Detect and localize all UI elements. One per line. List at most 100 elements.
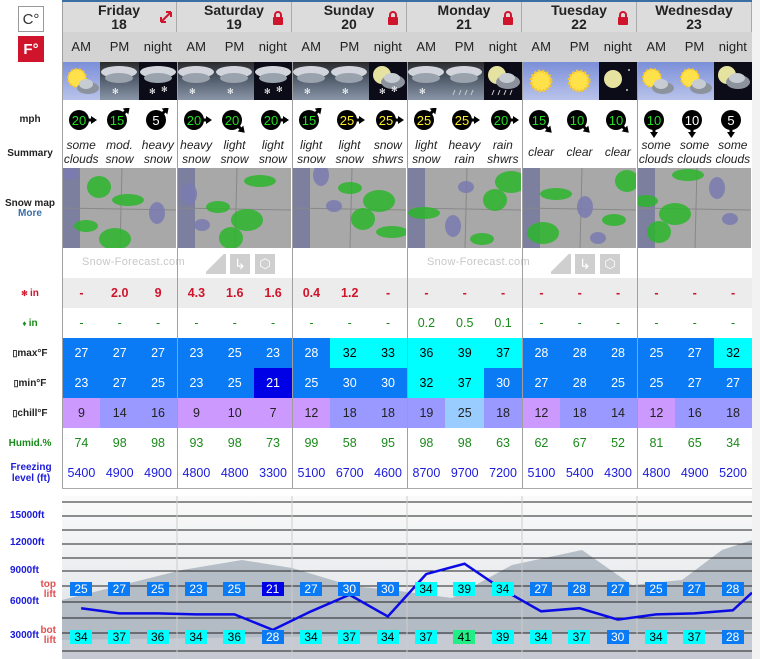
value-cell: 18 xyxy=(483,398,523,428)
day-header[interactable]: Saturday 19 xyxy=(177,2,292,32)
summary-line: rain xyxy=(492,138,513,152)
arrow-return-icon[interactable]: ↳ xyxy=(230,254,250,274)
summary-cell: some clouds xyxy=(62,138,100,166)
value-cell: 4900 xyxy=(680,466,709,480)
lock-icon[interactable] xyxy=(386,11,400,25)
value-cell: 23 xyxy=(177,368,216,398)
value-cell: - xyxy=(424,286,429,300)
scrollbar[interactable] xyxy=(752,0,760,659)
value-cell: 18 xyxy=(560,398,600,428)
elevation-axis-label: 15000ft xyxy=(10,510,45,521)
wind-speed: 10 xyxy=(570,113,584,128)
arrow-return-icon[interactable]: ↳ xyxy=(575,254,595,274)
value-cell: 27 xyxy=(713,368,753,398)
bottom-lift-temp: 37 xyxy=(568,630,591,644)
lock-icon[interactable] xyxy=(616,11,630,25)
value-cell: 4800 xyxy=(642,466,671,480)
elevation-axis-label: 9000ft xyxy=(10,565,39,576)
snow-map-image[interactable] xyxy=(637,168,752,248)
value-cell: - xyxy=(117,316,122,330)
wind-label: mph xyxy=(19,114,41,125)
min-temp-label: ▯min°F xyxy=(0,378,60,389)
period-label: night xyxy=(718,39,747,54)
day-separator xyxy=(637,62,638,488)
day-header[interactable]: Sunday 20 xyxy=(292,2,407,32)
fahrenheit-toggle[interactable]: F° xyxy=(18,36,44,62)
snow-cloud-icon: ✻ xyxy=(215,62,254,100)
wind-indicator: 15 xyxy=(292,107,330,132)
top-lift-temp: 28 xyxy=(721,582,744,596)
value-cell: 14 xyxy=(598,398,638,428)
grid-hex-icon[interactable]: ⬡ xyxy=(600,254,620,274)
expand-icon[interactable] xyxy=(158,9,172,23)
value-cell: 99 xyxy=(304,436,319,450)
wind-speed: 25 xyxy=(378,113,392,128)
value-cell: 98 xyxy=(151,436,166,450)
snow-map-image[interactable] xyxy=(292,168,407,248)
value-cell: 28 xyxy=(560,338,600,368)
wind-arrow-icon: 5 xyxy=(720,110,741,138)
summary-cell: light snow xyxy=(254,138,292,166)
svg-text:✻: ✻ xyxy=(112,87,119,96)
summary-line: light xyxy=(261,138,284,152)
snow-map-image[interactable] xyxy=(177,168,292,248)
value-cell: 27 xyxy=(62,338,101,368)
snow-map-more-link[interactable]: More xyxy=(0,208,60,219)
snow-map-image[interactable] xyxy=(407,168,522,248)
value-cell: - xyxy=(79,286,84,300)
top-lift-temp: 23 xyxy=(185,582,207,596)
value-cell: - xyxy=(385,316,391,330)
summary-line: clear xyxy=(604,145,631,159)
wind-speed: 25 xyxy=(340,113,354,128)
value-cell: 6700 xyxy=(335,466,364,480)
wind-indicator: 15 xyxy=(100,107,138,132)
summary-cell: some clouds xyxy=(637,138,675,166)
summary-cell: light snow xyxy=(330,138,368,166)
value-cell: 5200 xyxy=(719,466,747,480)
terrain-icon[interactable] xyxy=(206,254,226,274)
day-header[interactable]: Wednesday 23 xyxy=(637,2,752,32)
top-lift-temp: 25 xyxy=(645,582,667,596)
terrain-icon[interactable] xyxy=(551,254,571,274)
value-cell: 2.0 xyxy=(111,286,129,300)
snowflake-icon: ✻ xyxy=(21,289,31,298)
day-header[interactable]: Monday 21 xyxy=(407,2,522,32)
min-temp-text: min°F xyxy=(18,378,47,389)
value-cell: 5100 xyxy=(527,466,556,480)
summary-cell: mod. snow xyxy=(100,138,138,166)
top-lift-temp: 39 xyxy=(453,582,476,596)
bottom-lift-temp: 34 xyxy=(645,630,667,644)
top-lift-temp: 25 xyxy=(146,582,169,596)
summary-line: snow xyxy=(373,138,402,152)
value-cell: 98 xyxy=(419,436,434,450)
summary-cell: clear xyxy=(599,145,637,159)
moon-icon xyxy=(598,62,637,100)
top-lift-temp: 30 xyxy=(376,582,399,596)
brand-watermark: Snow-Forecast.com xyxy=(82,256,185,268)
wind-arrow-icon: 20 xyxy=(184,110,212,130)
lock-icon[interactable] xyxy=(501,11,515,25)
value-cell: 7 xyxy=(253,398,293,428)
day-header[interactable]: Friday 18 xyxy=(62,2,177,32)
day-header[interactable]: Tuesday 22 xyxy=(522,2,637,32)
wind-speed: 5 xyxy=(152,113,159,128)
value-cell: 25 xyxy=(215,368,255,398)
value-cell: 52 xyxy=(611,436,626,450)
grid-hex-icon[interactable]: ⬡ xyxy=(255,254,275,274)
bottom-lift-temp: 34 xyxy=(70,630,92,644)
wind-arrow-icon: 5 xyxy=(145,107,169,130)
celsius-toggle[interactable]: C° xyxy=(18,6,44,32)
value-cell: 5400 xyxy=(565,466,594,480)
value-cell: 65 xyxy=(687,436,702,450)
bottom-lift-temp: 41 xyxy=(453,630,476,644)
lock-icon[interactable] xyxy=(271,11,285,25)
value-cell: 16 xyxy=(138,398,178,428)
summary-line: clouds xyxy=(677,152,712,166)
value-cell: - xyxy=(232,316,237,330)
bot-lift-label: bot lift xyxy=(40,625,56,646)
snow-map-image[interactable] xyxy=(522,168,637,248)
value-cell: - xyxy=(309,316,314,330)
value-cell: 25 xyxy=(637,338,676,368)
value-cell: 19 xyxy=(407,398,446,428)
snow-map-image[interactable] xyxy=(62,168,177,248)
